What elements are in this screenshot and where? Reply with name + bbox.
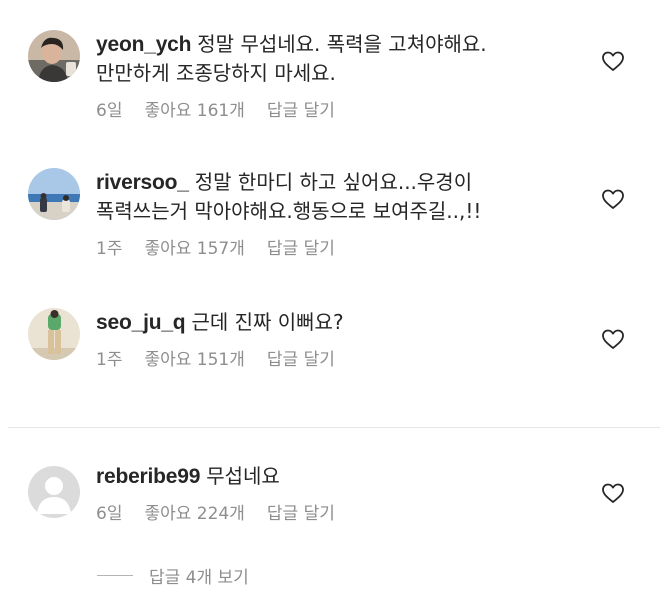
comment-text: 근데 진짜 이뻐요? — [191, 310, 344, 334]
comment-username[interactable]: yeon_ych — [96, 33, 191, 56]
comment-meta: 1주 좋아요 151개 답글 달기 — [96, 345, 566, 370]
comment-meta: 6일 좋아요 224개 답글 달기 — [96, 499, 566, 524]
avatar[interactable] — [28, 30, 80, 82]
reply-button[interactable]: 답글 달기 — [267, 101, 335, 121]
comment-body: reberibe99 무섭네요 6일 좋아요 224개 답글 달기 — [96, 462, 566, 524]
comment-body: yeon_ych 정말 무섭네요. 폭력을 고쳐야해요. 만만하게 조종당하지 마… — [96, 30, 566, 121]
comment-meta: 6일 좋아요 161개 답글 달기 — [96, 96, 566, 121]
avatar[interactable] — [28, 168, 80, 220]
comment-text-block: seo_ju_q 근데 진짜 이뻐요? — [96, 308, 566, 337]
comment-time: 6일 — [96, 101, 123, 121]
avatar[interactable] — [28, 466, 80, 518]
like-button[interactable] — [601, 50, 625, 72]
comment-body: riversoo_ 정말 한마디 하고 싶어요...우경이 폭력쓰는거 막아야해요… — [96, 168, 566, 259]
comment-likes[interactable]: 좋아요 224개 — [144, 504, 244, 524]
default-avatar-icon — [28, 466, 80, 518]
comment-text-block: riversoo_ 정말 한마디 하고 싶어요...우경이 폭력쓰는거 막아야해요… — [96, 168, 566, 226]
divider — [8, 427, 660, 428]
comment-likes[interactable]: 좋아요 157개 — [144, 239, 244, 259]
comment-username[interactable]: riversoo_ — [96, 171, 189, 194]
comment-likes[interactable]: 좋아요 161개 — [144, 101, 244, 121]
avatar[interactable] — [28, 308, 80, 360]
comment-username[interactable]: seo_ju_q — [96, 311, 186, 334]
view-replies-button[interactable]: 답글 4개 보기 — [97, 563, 249, 588]
comment-text-block: yeon_ych 정말 무섭네요. 폭력을 고쳐야해요. 만만하게 조종당하지 마… — [96, 30, 566, 88]
like-button[interactable] — [601, 482, 625, 504]
comment-meta: 1주 좋아요 157개 답글 달기 — [96, 234, 566, 259]
comment-text-block: reberibe99 무섭네요 — [96, 462, 566, 491]
comment-time: 6일 — [96, 504, 123, 524]
comment-username[interactable]: reberibe99 — [96, 465, 200, 488]
heart-outline-icon — [602, 483, 624, 503]
view-replies-label: 답글 4개 보기 — [149, 567, 249, 588]
heart-outline-icon — [602, 329, 624, 349]
like-button[interactable] — [601, 328, 625, 350]
comment-text: 무섭네요 — [206, 464, 280, 488]
reply-button[interactable]: 답글 달기 — [267, 350, 335, 370]
view-replies-line — [97, 574, 133, 576]
comment-likes[interactable]: 좋아요 151개 — [144, 350, 244, 370]
heart-outline-icon — [602, 51, 624, 71]
like-button[interactable] — [601, 188, 625, 210]
reply-button[interactable]: 답글 달기 — [267, 239, 335, 259]
comment-time: 1주 — [96, 239, 123, 259]
reply-button[interactable]: 답글 달기 — [267, 504, 335, 524]
comment-body: seo_ju_q 근데 진짜 이뻐요? 1주 좋아요 151개 답글 달기 — [96, 308, 566, 370]
comment-time: 1주 — [96, 350, 123, 370]
heart-outline-icon — [602, 189, 624, 209]
